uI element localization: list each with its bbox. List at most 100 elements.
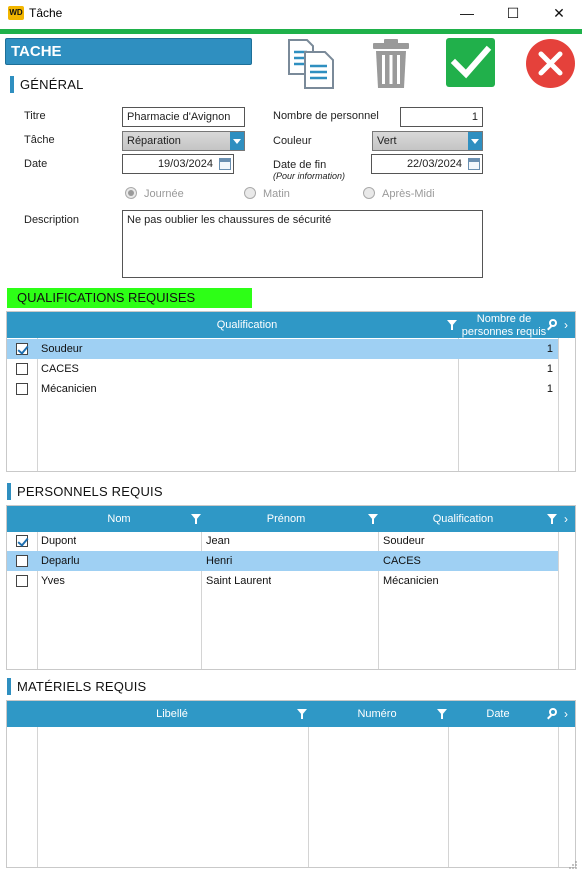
table-row[interactable]: Soudeur 1 bbox=[7, 339, 558, 359]
col-qualification-header[interactable]: Qualification bbox=[378, 506, 548, 532]
cell-count: 1 bbox=[546, 383, 553, 395]
cancel-x-icon bbox=[538, 51, 563, 76]
green-accent-line bbox=[0, 29, 582, 34]
close-window-button[interactable]: ✕ bbox=[536, 0, 582, 29]
maximize-button[interactable]: ☐ bbox=[490, 0, 536, 29]
radio-matin[interactable] bbox=[244, 187, 256, 199]
filter-icon[interactable] bbox=[447, 320, 457, 330]
filter-icon[interactable] bbox=[437, 709, 447, 719]
materiels-section-title: MATÉRIELS REQUIS bbox=[17, 679, 147, 694]
col-nombre-header[interactable]: Nombre de personnes requis bbox=[458, 312, 550, 338]
duplicate-button[interactable] bbox=[285, 38, 337, 90]
filter-icon[interactable] bbox=[297, 709, 307, 719]
couleur-label: Couleur bbox=[273, 135, 312, 147]
section-marker bbox=[10, 76, 14, 93]
app-icon: WD bbox=[8, 6, 24, 20]
copy-document-icon bbox=[288, 39, 334, 89]
table-row[interactable]: Deparlu Henri CACES bbox=[7, 551, 558, 571]
tache-label: Tâche bbox=[24, 134, 55, 146]
chevron-right-icon[interactable]: › bbox=[564, 701, 568, 727]
radio-journee-label: Journée bbox=[144, 188, 184, 200]
page-title: TACHE bbox=[5, 38, 252, 65]
row-checkbox[interactable] bbox=[16, 555, 28, 567]
titre-label: Titre bbox=[24, 110, 46, 122]
section-marker bbox=[7, 483, 11, 500]
filter-icon[interactable] bbox=[368, 514, 378, 524]
cell-qualification: Mécanicien bbox=[383, 575, 439, 587]
personnels-table[interactable]: Nom Prénom Qualification › Dupont Jean S… bbox=[6, 505, 576, 670]
column-divider bbox=[558, 532, 559, 669]
couleur-select[interactable]: Vert bbox=[372, 131, 483, 151]
cell-prenom: Saint Laurent bbox=[206, 575, 272, 587]
table-row[interactable]: CACES 1 bbox=[7, 359, 558, 379]
titre-field[interactable]: Pharmacie d'Avignon bbox=[122, 107, 245, 127]
title-bar: WD Tâche — ☐ ✕ bbox=[0, 0, 582, 29]
col-date-header[interactable]: Date bbox=[448, 701, 548, 727]
radio-apres-midi[interactable] bbox=[363, 187, 375, 199]
row-checkbox[interactable] bbox=[16, 575, 28, 587]
qualifications-table[interactable]: Qualification Nombre de personnes requis… bbox=[6, 311, 576, 472]
radio-journee[interactable] bbox=[125, 187, 137, 199]
resize-grip-icon[interactable] bbox=[568, 860, 578, 870]
cell-nom: Dupont bbox=[41, 535, 77, 547]
tache-select-value: Réparation bbox=[127, 135, 181, 147]
col-libelle-header[interactable]: Libellé bbox=[37, 701, 307, 727]
col-nombre-header-line2: personnes requis bbox=[461, 326, 547, 338]
chevron-right-icon[interactable]: › bbox=[564, 506, 568, 532]
column-divider bbox=[37, 727, 38, 867]
window-title: Tâche bbox=[29, 6, 63, 20]
cell-qualification: Soudeur bbox=[383, 535, 425, 547]
chevron-down-icon bbox=[230, 132, 244, 150]
cell-count: 1 bbox=[546, 343, 553, 355]
filter-icon[interactable] bbox=[191, 514, 201, 524]
cell-qualification: Soudeur bbox=[41, 343, 83, 355]
section-general-title: GÉNÉRAL bbox=[20, 77, 84, 92]
cell-count: 1 bbox=[546, 363, 553, 375]
row-checkbox[interactable] bbox=[16, 535, 28, 547]
materiels-table[interactable]: Libellé Numéro Date › bbox=[6, 700, 576, 868]
table-row[interactable]: Mécanicien 1 bbox=[7, 379, 558, 399]
row-checkbox[interactable] bbox=[16, 343, 28, 355]
row-checkbox[interactable] bbox=[16, 383, 28, 395]
col-nom-header[interactable]: Nom bbox=[37, 506, 201, 532]
radio-apres-midi-label: Après-Midi bbox=[382, 188, 435, 200]
cell-nom: Deparlu bbox=[41, 555, 80, 567]
date-fin-field[interactable]: 22/03/2024 bbox=[371, 154, 483, 174]
column-divider bbox=[558, 727, 559, 867]
calendar-icon[interactable] bbox=[468, 158, 480, 170]
search-icon[interactable] bbox=[549, 708, 557, 716]
date-field[interactable]: 19/03/2024 bbox=[122, 154, 234, 174]
chevron-right-icon[interactable]: › bbox=[564, 312, 568, 338]
delete-button[interactable] bbox=[365, 38, 417, 90]
description-textarea[interactable]: Ne pas oublier les chaussures de sécurit… bbox=[122, 210, 483, 278]
description-label: Description bbox=[24, 214, 80, 226]
table-row[interactable]: Dupont Jean Soudeur bbox=[7, 531, 558, 551]
radio-matin-label: Matin bbox=[263, 188, 290, 200]
column-divider bbox=[308, 727, 309, 867]
filter-icon[interactable] bbox=[547, 514, 557, 524]
col-prenom-header[interactable]: Prénom bbox=[201, 506, 371, 532]
calendar-icon[interactable] bbox=[219, 158, 231, 170]
chevron-down-icon bbox=[468, 132, 482, 150]
tache-select[interactable]: Réparation bbox=[122, 131, 245, 151]
col-qualification-header[interactable]: Qualification bbox=[37, 312, 457, 338]
validate-button[interactable] bbox=[446, 38, 495, 87]
resize-grip-graphic bbox=[569, 861, 577, 869]
date-field-value: 19/03/2024 bbox=[157, 158, 213, 170]
table-row[interactable]: Yves Saint Laurent Mécanicien bbox=[7, 571, 558, 591]
qualifications-section-title: QUALIFICATIONS REQUISES bbox=[7, 288, 252, 308]
col-numero-header[interactable]: Numéro bbox=[308, 701, 446, 727]
cancel-button[interactable] bbox=[526, 39, 575, 88]
cell-nom: Yves bbox=[41, 575, 65, 587]
section-marker bbox=[7, 678, 11, 695]
cell-qualification: CACES bbox=[383, 555, 421, 567]
trash-icon bbox=[373, 39, 409, 88]
search-icon[interactable] bbox=[549, 319, 557, 327]
couleur-select-value: Vert bbox=[377, 135, 397, 147]
cell-prenom: Jean bbox=[206, 535, 230, 547]
minimize-button[interactable]: — bbox=[444, 0, 490, 29]
nb-personnel-label: Nombre de personnel bbox=[273, 110, 379, 122]
nb-personnel-field[interactable]: 1 bbox=[400, 107, 483, 127]
table-header: Qualification Nombre de personnes requis… bbox=[7, 312, 575, 338]
row-checkbox[interactable] bbox=[16, 363, 28, 375]
